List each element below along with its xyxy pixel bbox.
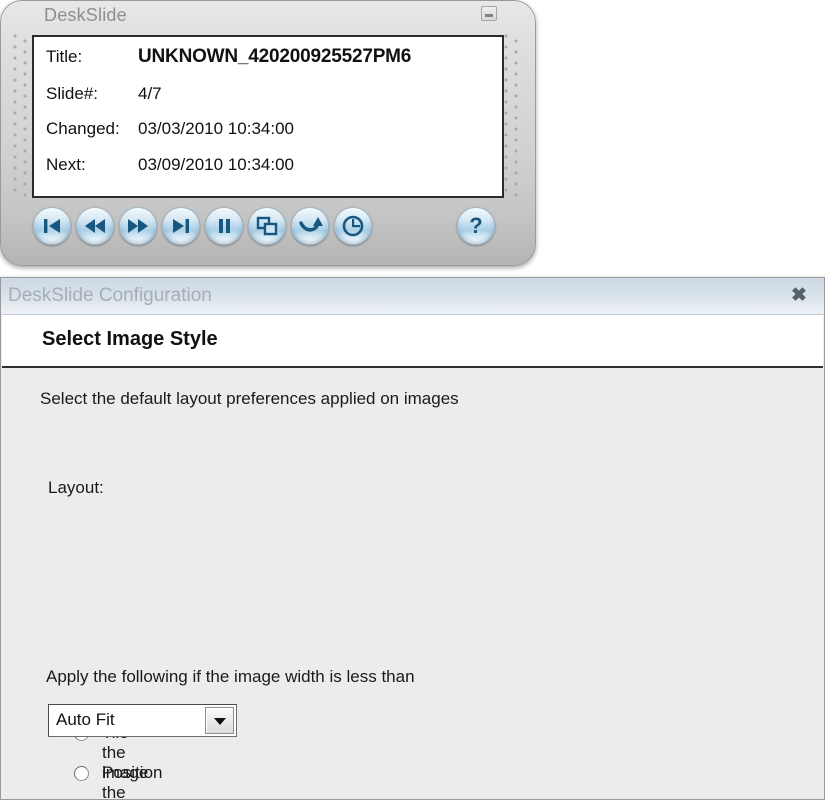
page-title: Select Image Style: [42, 328, 218, 350]
fast-forward-button[interactable]: [119, 207, 157, 245]
slide-info-panel: Title: UNKNOWN_420200925527PM6 Slide#: 4…: [32, 35, 504, 198]
chevron-down-icon[interactable]: [205, 707, 234, 734]
radio-unselected-icon[interactable]: [74, 766, 89, 781]
deskslide-widget: DeskSlide Title: UNKNOWN_420200925527PM6…: [0, 0, 536, 266]
first-slide-button[interactable]: [33, 207, 71, 245]
timer-button[interactable]: [334, 207, 372, 245]
dialog-description: Select the default layout preferences ap…: [40, 389, 459, 408]
widget-toolbar: ?: [0, 202, 536, 254]
layout-label: Layout:: [48, 478, 104, 497]
info-label-slide-number: Slide#:: [46, 84, 98, 103]
radio-label: Position the image randomly: [102, 763, 163, 800]
info-label-next: Next:: [46, 155, 86, 174]
close-icon[interactable]: ✖: [787, 284, 811, 308]
pause-button[interactable]: [205, 207, 243, 245]
widget-titlebar[interactable]: DeskSlide: [0, 0, 536, 34]
info-value-slide-number: 4/7: [138, 84, 162, 103]
info-value-title: UNKNOWN_420200925527PM6: [138, 46, 412, 67]
dialog-title: DeskSlide Configuration: [8, 285, 212, 306]
dialog-header: Select Image Style: [2, 315, 823, 368]
layout-select[interactable]: Auto Fit: [48, 704, 237, 737]
info-value-changed: 03/03/2010 10:34:00: [138, 119, 294, 138]
screen: DeskSlide Title: UNKNOWN_420200925527PM6…: [0, 0, 825, 800]
shuffle-button[interactable]: [291, 207, 329, 245]
question-mark-icon: ?: [469, 213, 483, 238]
widget-title: DeskSlide: [44, 5, 127, 25]
info-row: Title: UNKNOWN_420200925527PM6: [34, 46, 502, 81]
info-value-next: 03/09/2010 10:34:00: [138, 155, 294, 174]
copy-button[interactable]: [248, 207, 286, 245]
info-label-changed: Changed:: [46, 119, 120, 138]
dialog-titlebar[interactable]: DeskSlide Configuration ✖: [1, 278, 824, 315]
info-row: Slide#: 4/7: [34, 84, 502, 118]
help-button[interactable]: ?: [457, 207, 495, 245]
grip-dots-right: [503, 34, 525, 203]
configuration-dialog: DeskSlide Configuration ✖ Select Image S…: [0, 277, 825, 800]
minimize-icon[interactable]: [481, 6, 497, 21]
rewind-button[interactable]: [76, 207, 114, 245]
info-label-title: Title:: [46, 47, 83, 66]
grip-dots-left: [12, 34, 34, 203]
info-row: Next: 03/09/2010 10:34:00: [34, 155, 502, 189]
next-slide-button[interactable]: [162, 207, 200, 245]
info-row: Changed: 03/03/2010 10:34:00: [34, 119, 502, 153]
apply-condition-label: Apply the following if the image width i…: [46, 667, 415, 686]
layout-select-value: Auto Fit: [56, 710, 115, 729]
